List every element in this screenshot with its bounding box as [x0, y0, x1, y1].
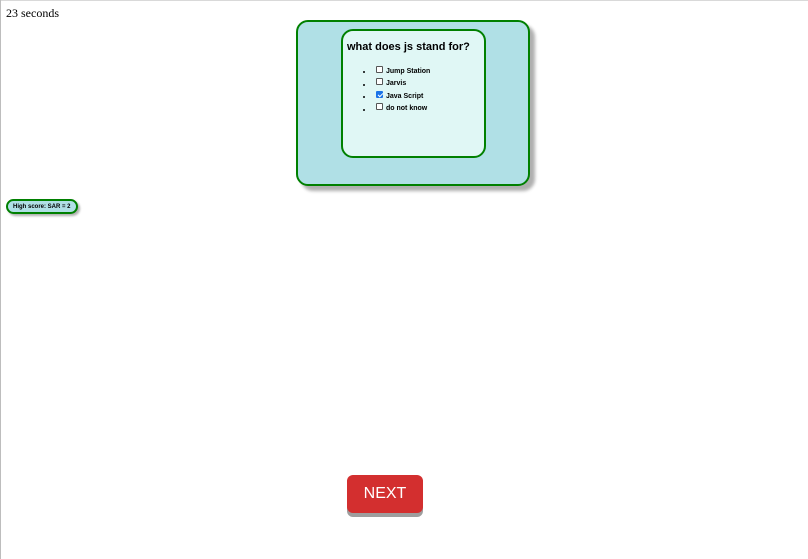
- countdown-timer: 23 seconds: [6, 6, 59, 20]
- answer-label[interactable]: Jump Station: [386, 68, 430, 75]
- answer-label[interactable]: do not know: [386, 105, 427, 112]
- answer-option[interactable]: Jump Station: [363, 65, 430, 78]
- answer-checkbox[interactable]: [376, 90, 383, 98]
- answer-checkbox[interactable]: [376, 103, 383, 111]
- answer-option[interactable]: Jarvis: [363, 78, 430, 91]
- question-text: what does js stand for?: [347, 41, 470, 53]
- left-divider: [0, 0, 1, 559]
- answer-label[interactable]: Jarvis: [386, 80, 406, 87]
- answer-checkbox[interactable]: [376, 65, 383, 73]
- next-button[interactable]: NEXT: [347, 475, 423, 513]
- high-score-badge: High score: SAR = 2: [6, 199, 78, 214]
- top-divider: [0, 0, 808, 1]
- answer-options-list: Jump Station Jarvis Java Script do not k…: [363, 65, 430, 115]
- answer-checkbox[interactable]: [376, 78, 383, 86]
- answer-option[interactable]: Java Script: [363, 90, 430, 103]
- quiz-panel: what does js stand for? Jump Station Jar…: [296, 20, 530, 186]
- answer-option[interactable]: do not know: [363, 103, 430, 116]
- question-card: what does js stand for? Jump Station Jar…: [341, 29, 486, 158]
- answer-label[interactable]: Java Script: [386, 93, 423, 100]
